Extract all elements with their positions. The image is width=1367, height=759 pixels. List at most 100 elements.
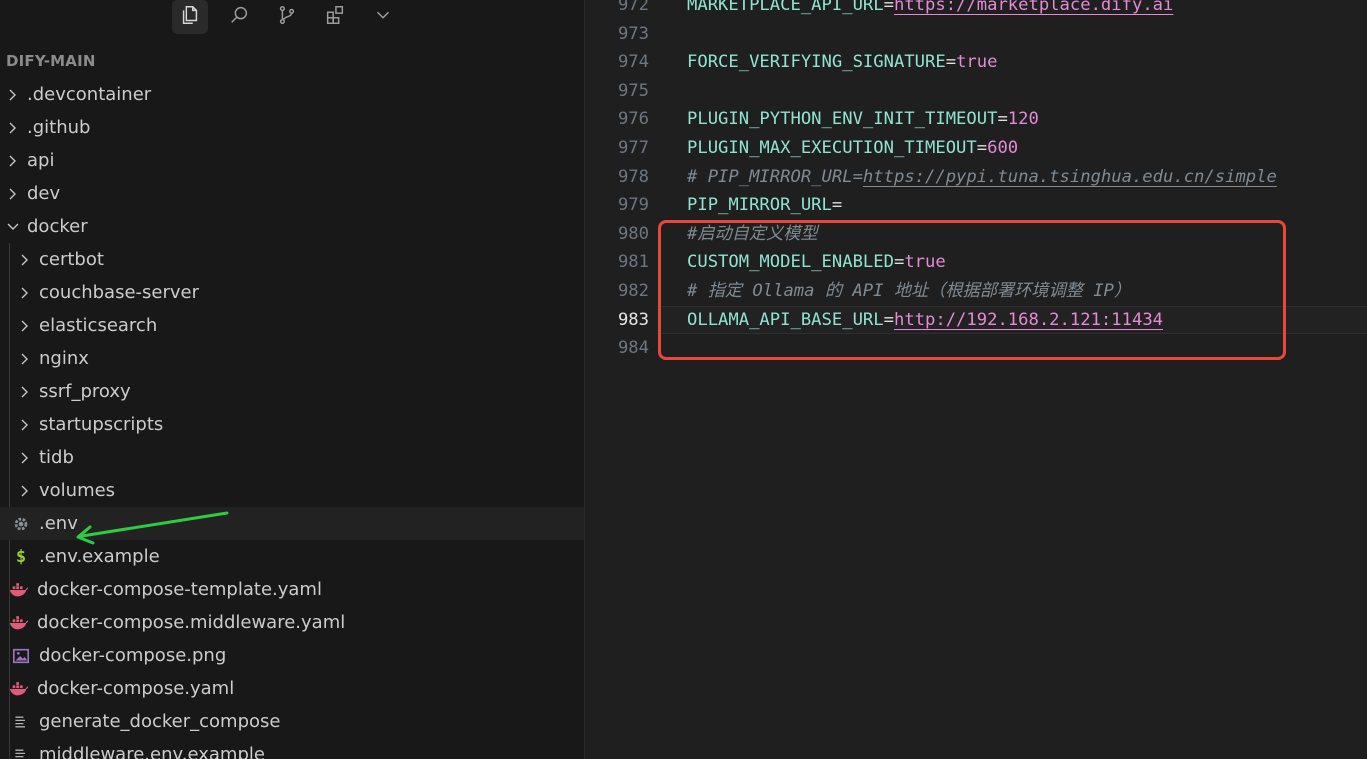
line-number: 973 bbox=[617, 23, 649, 44]
file-item[interactable]: docker-compose.middleware.yaml bbox=[0, 606, 584, 639]
annotation-arrow bbox=[76, 511, 229, 545]
lines-icon bbox=[11, 745, 31, 759]
tree-item-label: startupscripts bbox=[39, 414, 164, 435]
tree-item-label: middleware.env.example bbox=[39, 744, 265, 759]
code-token: = bbox=[831, 195, 843, 216]
code-line[interactable]: 975 bbox=[585, 77, 1367, 105]
folder-item[interactable]: dev bbox=[0, 177, 584, 210]
extensions-icon bbox=[324, 4, 346, 30]
dollar-icon: $ bbox=[15, 546, 27, 567]
line-number: 981 bbox=[617, 252, 649, 273]
folder-item[interactable]: elasticsearch bbox=[0, 309, 584, 342]
code-content: PLUGIN_MAX_EXECUTION_TIMEOUT=600 bbox=[687, 134, 1018, 162]
file-item[interactable]: generate_docker_compose bbox=[0, 705, 584, 738]
code-line[interactable]: 972 MARKETPLACE_API_URL=https://marketpla… bbox=[585, 0, 1367, 19]
docker-icon bbox=[9, 580, 29, 600]
code-token: true bbox=[956, 52, 998, 73]
code-line[interactable]: 978 # PIP_MIRROR_URL=https://pypi.tuna.ts… bbox=[585, 163, 1367, 191]
code-content: FORCE_VERIFYING_SIGNATURE=true bbox=[687, 48, 997, 76]
folder-item[interactable]: volumes bbox=[0, 474, 584, 507]
file-item[interactable]: middleware.env.example bbox=[0, 738, 584, 759]
line-number: 983 bbox=[617, 309, 649, 330]
code-line[interactable]: 976 PLUGIN_PYTHON_ENV_INIT_TIMEOUT=120 bbox=[585, 105, 1367, 133]
tree-item-label: couchbase-server bbox=[39, 282, 200, 303]
folder-item[interactable]: .devcontainer bbox=[0, 78, 584, 111]
code-token[interactable]: https://pypi.tuna.tsinghua.edu.cn/simple bbox=[863, 167, 1277, 187]
explorer-section-title[interactable]: DIFY-MAIN bbox=[6, 52, 96, 70]
line-number: 980 bbox=[617, 223, 649, 244]
files-icon bbox=[179, 4, 201, 30]
code-token: = bbox=[945, 52, 957, 73]
chevron-right-icon bbox=[18, 385, 32, 399]
code-line[interactable]: 977 PLUGIN_MAX_EXECUTION_TIMEOUT=600 bbox=[585, 134, 1367, 162]
code-line[interactable]: 974 FORCE_VERIFYING_SIGNATURE=true bbox=[585, 48, 1367, 76]
code-token: 600 bbox=[987, 138, 1019, 158]
tree-item-label: ssrf_proxy bbox=[39, 381, 131, 402]
line-number: 976 bbox=[617, 109, 649, 130]
code-line[interactable]: 973 bbox=[585, 20, 1367, 48]
folder-item[interactable]: ssrf_proxy bbox=[0, 375, 584, 408]
line-number: 979 bbox=[617, 195, 649, 216]
code-content: # PIP_MIRROR_URL=https://pypi.tuna.tsing… bbox=[687, 163, 1277, 191]
line-number: 972 bbox=[617, 0, 649, 15]
line-number: 984 bbox=[617, 338, 649, 359]
more-views-button[interactable] bbox=[365, 0, 401, 34]
folder-item[interactable]: startupscripts bbox=[0, 408, 584, 441]
line-number: 982 bbox=[617, 281, 649, 301]
tree-item-label: nginx bbox=[39, 348, 89, 369]
code-content: PLUGIN_PYTHON_ENV_INIT_TIMEOUT=120 bbox=[687, 105, 1039, 133]
tree-item-label: tidb bbox=[39, 447, 74, 468]
tree-item-label: api bbox=[27, 150, 55, 171]
folder-item[interactable]: nginx bbox=[0, 342, 584, 375]
file-item[interactable]: docker-compose.yaml bbox=[0, 672, 584, 705]
file-item[interactable]: docker-compose-template.yaml bbox=[0, 573, 584, 606]
lines-icon bbox=[11, 712, 31, 732]
tree-item-label: .devcontainer bbox=[27, 84, 152, 105]
chevron-right-icon bbox=[18, 484, 32, 498]
line-number: 975 bbox=[617, 80, 649, 101]
chevron-right-icon bbox=[18, 286, 32, 300]
tree-item-label: .env.example bbox=[39, 546, 160, 567]
tree-item-label: .github bbox=[27, 117, 91, 138]
search-icon bbox=[228, 4, 250, 30]
code-token: PLUGIN_PYTHON_ENV_INIT_TIMEOUT bbox=[687, 109, 998, 130]
folder-item[interactable]: certbot bbox=[0, 243, 584, 276]
chevron-right-icon bbox=[18, 319, 32, 333]
explorer-tab-button[interactable] bbox=[172, 0, 208, 34]
code-token: PLUGIN_MAX_EXECUTION_TIMEOUT bbox=[687, 138, 977, 158]
folder-item[interactable]: api bbox=[0, 144, 584, 177]
tree-item-label: docker bbox=[27, 216, 88, 237]
chevron-right-icon bbox=[6, 121, 20, 135]
highlight-annotation-box bbox=[658, 220, 1286, 360]
chevron-right-icon bbox=[6, 187, 20, 201]
explorer-sidebar: DIFY-MAIN .devcontainer .github api dev dock… bbox=[0, 0, 585, 759]
tree-item-label: certbot bbox=[39, 249, 104, 270]
folder-item[interactable]: .github bbox=[0, 111, 584, 144]
tree-item-label: docker-compose.png bbox=[39, 645, 227, 666]
file-item[interactable]: docker-compose.png bbox=[0, 639, 584, 672]
chevron-right-icon bbox=[18, 253, 32, 267]
folder-item[interactable]: couchbase-server bbox=[0, 276, 584, 309]
line-number: 977 bbox=[617, 138, 649, 158]
code-editor[interactable]: 972 MARKETPLACE_API_URL=https://marketpla… bbox=[585, 0, 1367, 759]
chevron-down-icon bbox=[6, 220, 20, 234]
source-control-tab-button[interactable] bbox=[269, 0, 305, 34]
extensions-tab-button[interactable] bbox=[317, 0, 353, 34]
source-control-icon bbox=[276, 4, 298, 30]
line-number: 978 bbox=[617, 166, 649, 187]
search-tab-button[interactable] bbox=[221, 0, 257, 34]
tree-item-label: docker-compose.middleware.yaml bbox=[37, 612, 346, 633]
code-token: 120 bbox=[1007, 109, 1039, 130]
folder-item[interactable]: docker bbox=[0, 210, 584, 243]
tree-item-label: volumes bbox=[39, 480, 116, 501]
code-token[interactable]: https://marketplace.dify.ai bbox=[894, 0, 1173, 15]
folder-item[interactable]: tidb bbox=[0, 441, 584, 474]
code-token: MARKETPLACE_API_URL bbox=[687, 0, 884, 15]
tree-item-label: docker-compose-template.yaml bbox=[37, 579, 322, 600]
code-line[interactable]: 979 PIP_MIRROR_URL= bbox=[585, 191, 1367, 219]
code-content: MARKETPLACE_API_URL=https://marketplace.… bbox=[687, 0, 1173, 19]
chevron-right-icon bbox=[6, 88, 20, 102]
docker-icon bbox=[9, 613, 29, 633]
line-number: 974 bbox=[617, 52, 649, 73]
chevron-right-icon bbox=[18, 451, 32, 465]
